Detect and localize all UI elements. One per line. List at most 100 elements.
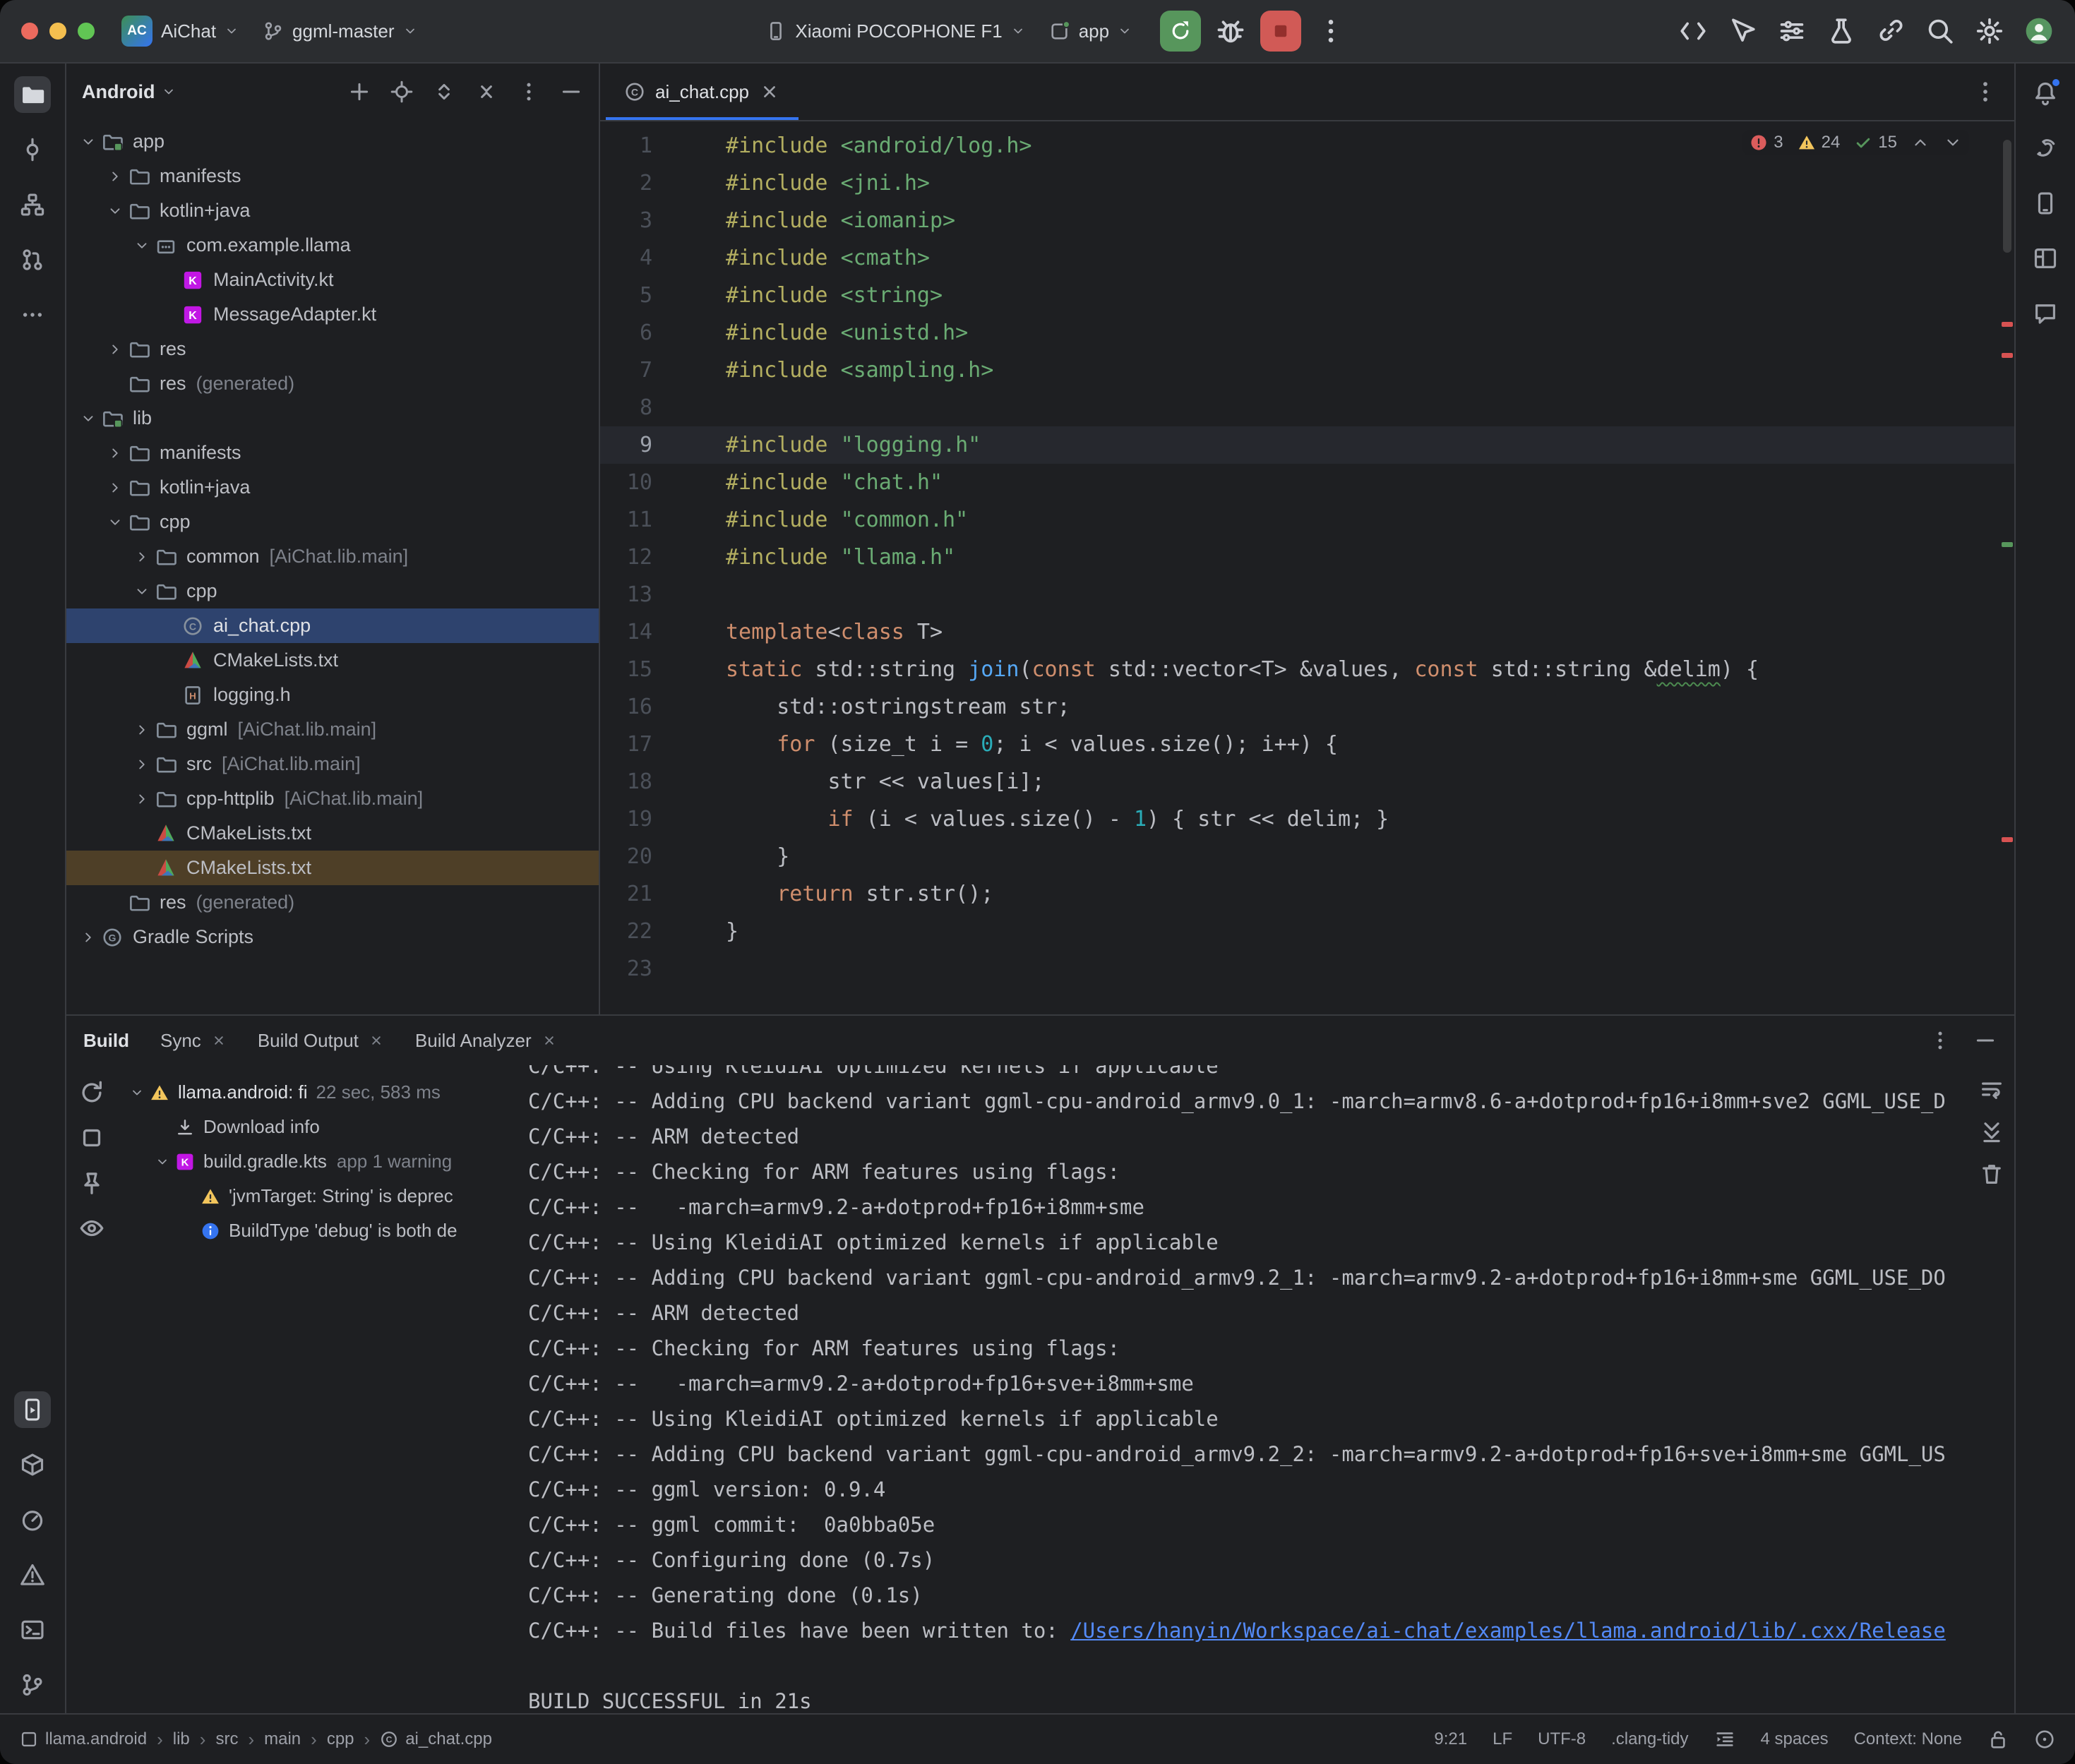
breadcrumb-item[interactable]: main [264,1729,301,1749]
hide-button[interactable] [1973,1028,1997,1052]
assistant-button[interactable] [2027,295,2064,332]
project-tree-row[interactable]: lib [66,401,599,436]
line-number[interactable]: 3 [600,202,652,239]
build-window-title[interactable]: Build [83,1030,129,1052]
minimize-window-button[interactable] [49,23,66,40]
line-number[interactable]: 17 [600,726,652,763]
next-problem-icon[interactable] [1944,133,1962,152]
previous-problem-icon[interactable] [1911,133,1930,152]
project-tree-row[interactable]: cpp [66,574,599,608]
structure-button[interactable] [14,186,51,223]
pin-button[interactable] [78,1170,105,1196]
link-button[interactable] [1876,16,1906,46]
expand-all-button[interactable] [432,80,456,104]
code-editor[interactable]: 1#include <android/log.h>2#include <jni.… [600,121,2014,1014]
line-number[interactable]: 6 [600,314,652,352]
project-tree-row[interactable]: cpp-httplib[AiChat.lib.main] [66,781,599,816]
close-tab-icon[interactable] [211,1033,227,1048]
line-number[interactable]: 19 [600,800,652,838]
chevron-down-icon[interactable] [103,199,127,223]
line-number[interactable]: 12 [600,539,652,576]
editor-tab-ai-chat-cpp[interactable]: C ai_chat.cpp [606,64,799,120]
refresh-button[interactable] [78,1079,105,1106]
project-tree-row[interactable]: src[AiChat.lib.main] [66,747,599,781]
line-number[interactable]: 13 [600,576,652,613]
indent-button[interactable] [1714,1729,1735,1750]
change-stripe-mark[interactable] [2002,542,2013,547]
line-number[interactable]: 16 [600,688,652,726]
vcs-branch-selector[interactable]: ggml-master [263,20,417,42]
more-v-button[interactable] [517,80,541,104]
chevron-right-icon[interactable] [130,787,154,811]
project-tree-row[interactable]: manifests [66,159,599,193]
close-window-button[interactable] [21,23,38,40]
chevron-down-icon[interactable] [103,510,127,534]
chevron-down-icon[interactable] [76,407,100,431]
more-actions-button[interactable] [1315,16,1346,47]
line-number[interactable]: 8 [600,389,652,426]
code-line[interactable]: 12#include "llama.h" [600,539,2014,576]
chevron-right-icon[interactable] [103,337,127,361]
code-line[interactable]: 11#include "common.h" [600,501,2014,539]
console-file-link[interactable]: /Users/hanyin/Workspace/ai-chat/examples… [1070,1619,1946,1643]
project-tree-row[interactable]: common[AiChat.lib.main] [66,539,599,574]
code-line[interactable]: 13 [600,576,2014,613]
inspection-check-badge[interactable]: 15 [1854,133,1897,152]
breadcrumb-item[interactable]: Cai_chat.cpp [380,1729,492,1749]
inspection-err-badge[interactable]: 3 [1750,133,1783,152]
build-tab-sync[interactable]: Sync [160,1030,227,1052]
breadcrumb-item[interactable]: llama.android [20,1729,147,1749]
breadcrumb-item[interactable]: src [215,1729,238,1749]
chevron-right-icon[interactable] [130,718,154,742]
line-number[interactable]: 7 [600,352,652,389]
project-tree-row[interactable]: res [66,332,599,366]
error-stripe-mark[interactable] [2002,837,2013,842]
code-line[interactable]: 2#include <jni.h> [600,164,2014,202]
chevron-right-icon[interactable] [103,476,127,500]
code-line[interactable]: 4#include <cmath> [600,239,2014,277]
debug-button[interactable] [1215,16,1246,47]
profiler-button[interactable] [14,1501,51,1538]
breadcrumb-item[interactable]: lib [173,1729,190,1749]
scroll-end-button[interactable] [1979,1119,2004,1144]
status-widget--clang-tidy[interactable]: .clang-tidy [1611,1729,1688,1749]
project-tree-row[interactable]: CMakeLists.txt [66,643,599,678]
project-tree-row[interactable]: KMessageAdapter.kt [66,297,599,332]
project-tree-row[interactable]: cpp [66,505,599,539]
code-line[interactable]: 5#include <string> [600,277,2014,314]
breadcrumb-item[interactable]: cpp [327,1729,354,1749]
inspection-warn[interactable]: 24 [1798,133,1841,152]
ai-cursor-button[interactable] [1728,16,1757,46]
eye-button[interactable] [78,1215,105,1242]
unlock-button[interactable] [1987,1729,2009,1750]
line-number[interactable]: 23 [600,950,652,988]
status-widget-9-21[interactable]: 9:21 [1434,1729,1467,1749]
clear-button[interactable] [1979,1161,2004,1187]
project-tree-row[interactable]: CMakeLists.txt [66,816,599,851]
search-button[interactable] [1925,16,1955,46]
stop-square-button[interactable] [78,1124,105,1151]
chevron-right-icon[interactable] [130,545,154,569]
soft-wrap-button[interactable] [1979,1076,2004,1102]
chevron-down-icon[interactable] [76,130,100,154]
build-console[interactable]: C/C++: -- Using KleidiAI optimized kerne… [513,1065,1969,1717]
line-number[interactable]: 15 [600,651,652,688]
code-line[interactable]: 10#include "chat.h" [600,464,2014,501]
editor-options-icon[interactable] [1972,78,1999,105]
line-number[interactable]: 5 [600,277,652,314]
code-line[interactable]: 3#include <iomanip> [600,202,2014,239]
project-tree-row[interactable]: com.example.llama [66,228,599,263]
line-number[interactable]: 4 [600,239,652,277]
code-line[interactable]: 19 if (i < values.size() - 1) { str << d… [600,800,2014,838]
code-line[interactable]: 18 str << values[i]; [600,763,2014,800]
build-tree-row[interactable]: 'jvmTarget: String' is deprec [117,1179,513,1213]
error-stripe-mark[interactable] [2002,353,2013,358]
close-tab-icon[interactable] [369,1033,384,1048]
line-number[interactable]: 22 [600,913,652,950]
code-line[interactable]: 20 } [600,838,2014,875]
terminal-button[interactable] [14,1612,51,1648]
close-tab-icon[interactable] [542,1033,557,1048]
chevron-right-icon[interactable] [130,752,154,776]
code-line[interactable]: 16 std::ostringstream str; [600,688,2014,726]
line-number[interactable]: 11 [600,501,652,539]
